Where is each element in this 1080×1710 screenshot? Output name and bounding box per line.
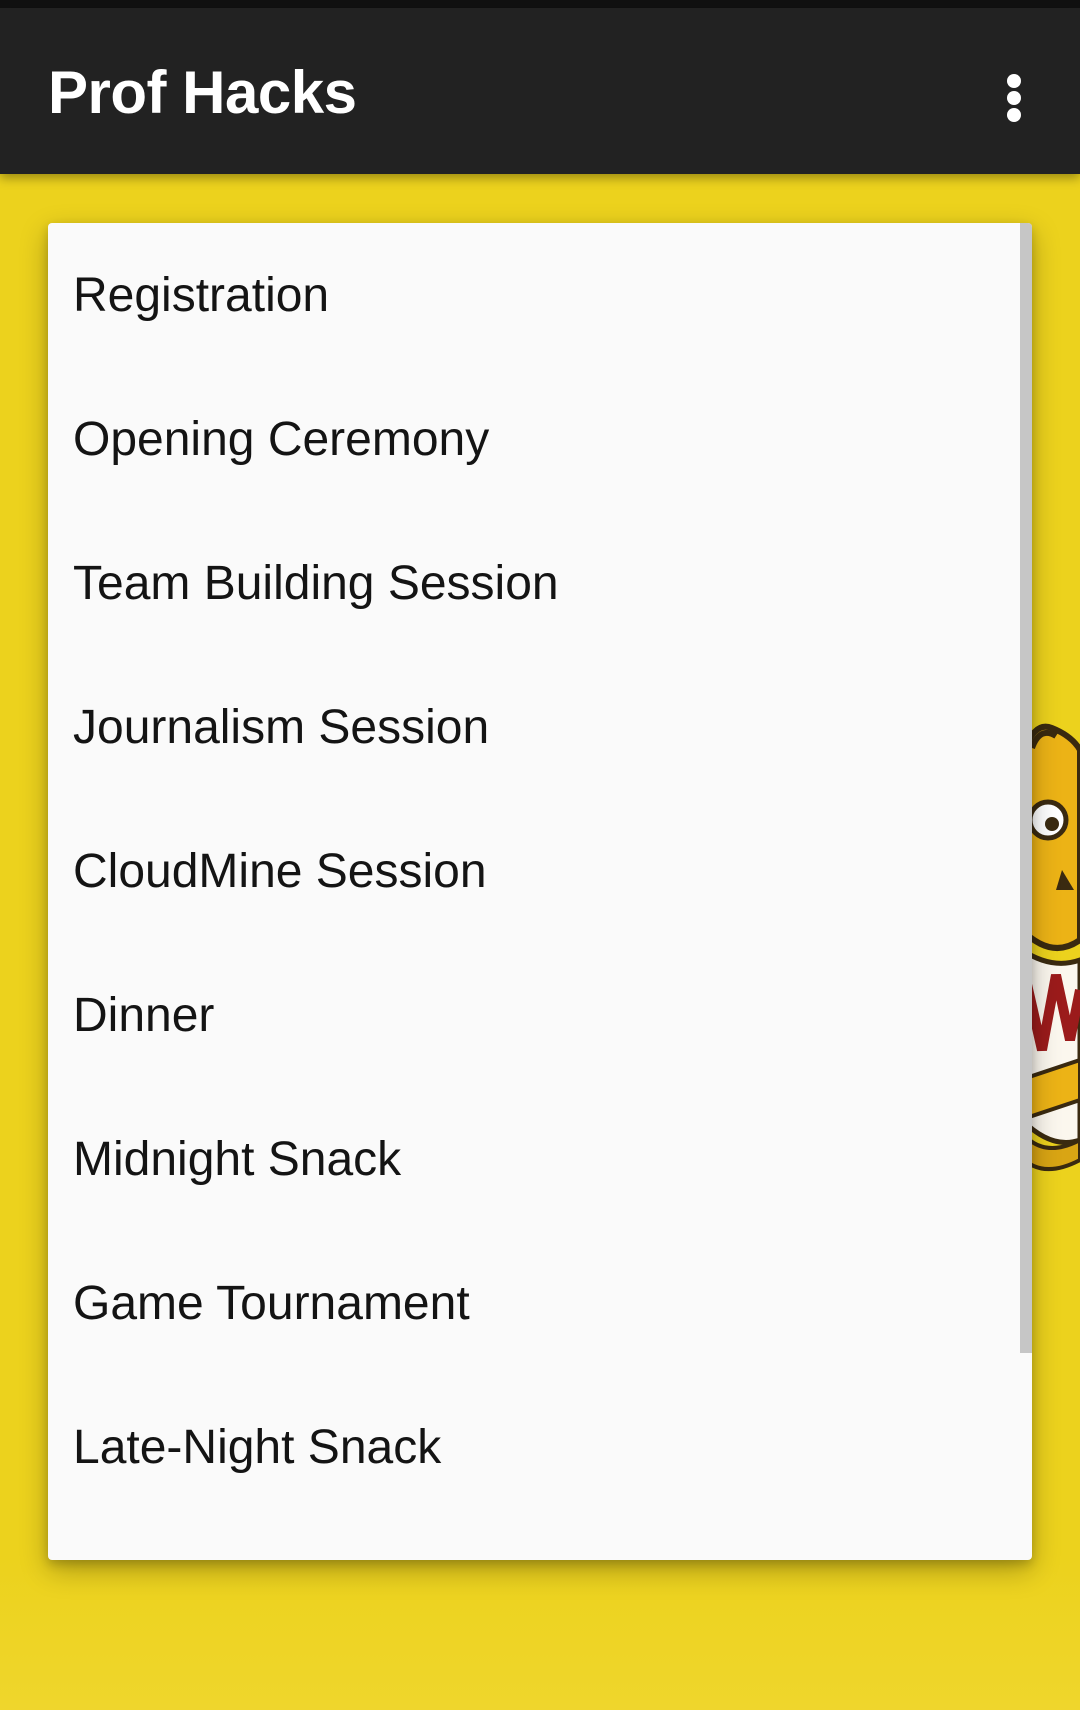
menu-item-midnight-snack[interactable]: Midnight Snack: [48, 1087, 1032, 1231]
menu-item-team-building-session[interactable]: Team Building Session: [48, 511, 1032, 655]
status-bar-strip: [0, 0, 1080, 8]
app-bar: Prof Hacks: [0, 8, 1080, 174]
menu-item-game-tournament[interactable]: Game Tournament: [48, 1231, 1032, 1375]
menu-scrollbar[interactable]: [1020, 223, 1032, 1353]
background-glow: [0, 1560, 1080, 1710]
menu-list: Registration Opening Ceremony Team Build…: [48, 223, 1032, 1519]
menu-item-dinner[interactable]: Dinner: [48, 943, 1032, 1087]
menu-item-opening-ceremony[interactable]: Opening Ceremony: [48, 367, 1032, 511]
overflow-dot: [1007, 74, 1021, 88]
menu-item-late-night-snack[interactable]: Late-Night Snack: [48, 1375, 1032, 1519]
overflow-dot: [1007, 91, 1021, 105]
app-title: Prof Hacks: [48, 59, 357, 126]
menu-item-cloudmine-session[interactable]: CloudMine Session: [48, 799, 1032, 943]
dropdown-menu: Registration Opening Ceremony Team Build…: [48, 223, 1032, 1560]
menu-item-journalism-session[interactable]: Journalism Session: [48, 655, 1032, 799]
more-vertical-icon[interactable]: [990, 60, 1038, 136]
menu-item-registration[interactable]: Registration: [48, 223, 1032, 367]
overflow-dot: [1007, 108, 1021, 122]
